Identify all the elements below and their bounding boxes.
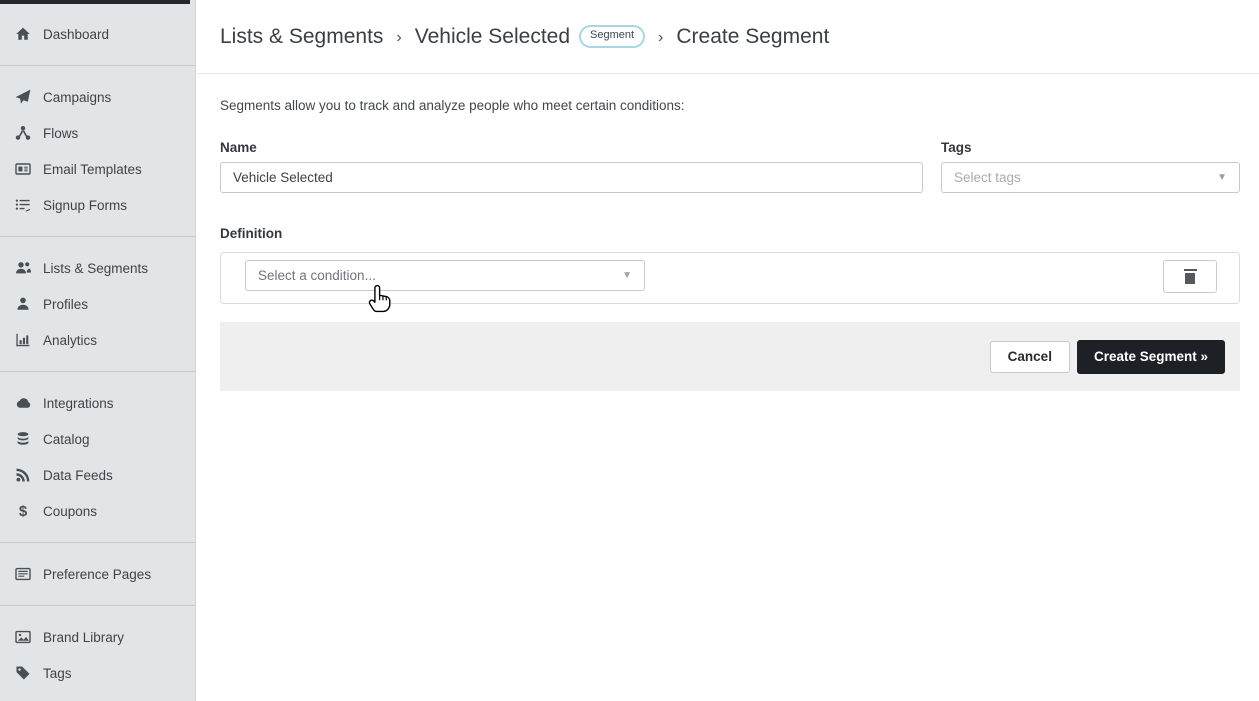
sidebar-item-label: Signup Forms — [43, 198, 127, 213]
tags-select[interactable]: Select tags ▼ — [941, 162, 1240, 193]
svg-text:$: $ — [19, 503, 28, 519]
definition-label: Definition — [220, 226, 282, 241]
sidebar-nav: Dashboard Campaigns Flows Email Templa — [0, 4, 195, 691]
database-icon — [14, 431, 32, 448]
sidebar: Dashboard Campaigns Flows Email Templa — [0, 0, 196, 701]
sidebar-item-label: Catalog — [43, 432, 90, 447]
breadcrumb-separator: › — [658, 27, 663, 47]
sidebar-item-lists-segments[interactable]: Lists & Segments — [0, 250, 195, 286]
flow-icon — [14, 125, 32, 142]
tag-icon — [14, 665, 32, 682]
sidebar-item-preference-pages[interactable]: Preference Pages — [0, 556, 195, 592]
segment-type-badge: Segment — [579, 25, 645, 47]
segment-name-input[interactable] — [220, 162, 923, 193]
sidebar-item-coupons[interactable]: $ Coupons — [0, 493, 195, 529]
home-icon — [14, 26, 32, 43]
cloud-icon — [14, 395, 32, 412]
form-footer: Cancel Create Segment » — [220, 322, 1240, 391]
name-field-label: Name — [220, 140, 257, 155]
sidebar-divider — [0, 236, 195, 237]
sidebar-item-signup-forms[interactable]: Signup Forms — [0, 187, 195, 223]
sidebar-item-brand-library[interactable]: Brand Library — [0, 619, 195, 655]
breadcrumb: Lists & Segments › Vehicle Selected Segm… — [220, 25, 829, 49]
main-content: Lists & Segments › Vehicle Selected Segm… — [197, 0, 1259, 701]
sidebar-item-label: Preference Pages — [43, 567, 151, 582]
sidebar-item-integrations[interactable]: Integrations — [0, 385, 195, 421]
sidebar-item-label: Data Feeds — [43, 468, 113, 483]
sidebar-item-label: Dashboard — [43, 27, 109, 42]
sidebar-divider — [0, 605, 195, 606]
trash-icon — [1184, 269, 1197, 271]
sidebar-divider — [0, 542, 195, 543]
breadcrumb-vehicle-selected: Vehicle Selected Segment — [415, 25, 645, 49]
page-header: Lists & Segments › Vehicle Selected Segm… — [197, 0, 1259, 74]
condition-select[interactable]: Select a condition... ▼ — [245, 260, 645, 291]
people-icon — [14, 260, 32, 277]
chevron-down-icon: ▼ — [1217, 172, 1227, 183]
sidebar-item-label: Brand Library — [43, 630, 124, 645]
condition-select-placeholder: Select a condition... — [258, 268, 376, 283]
delete-condition-button[interactable] — [1163, 260, 1217, 293]
sidebar-item-data-feeds[interactable]: Data Feeds — [0, 457, 195, 493]
email-template-icon — [14, 161, 32, 178]
condition-card: Select a condition... ▼ — [220, 252, 1240, 304]
sidebar-item-label: Email Templates — [43, 162, 142, 177]
sidebar-item-label: Flows — [43, 126, 78, 141]
dollar-icon: $ — [14, 503, 32, 520]
cancel-button[interactable]: Cancel — [990, 341, 1070, 373]
sidebar-divider — [0, 65, 195, 66]
sidebar-item-tags[interactable]: Tags — [0, 655, 195, 691]
sidebar-item-label: Campaigns — [43, 90, 111, 105]
sidebar-item-label: Tags — [43, 666, 72, 681]
tags-select-placeholder: Select tags — [954, 170, 1021, 185]
sidebar-item-label: Integrations — [43, 396, 114, 411]
sidebar-item-campaigns[interactable]: Campaigns — [0, 79, 195, 115]
sidebar-item-analytics[interactable]: Analytics — [0, 322, 195, 358]
sidebar-item-profiles[interactable]: Profiles — [0, 286, 195, 322]
preference-list-icon — [14, 566, 32, 583]
breadcrumb-create-segment: Create Segment — [676, 25, 829, 49]
image-icon — [14, 629, 32, 646]
person-icon — [14, 296, 32, 313]
bar-chart-icon — [14, 332, 32, 349]
sidebar-item-flows[interactable]: Flows — [0, 115, 195, 151]
signup-form-icon — [14, 197, 32, 214]
breadcrumb-segment-name[interactable]: Vehicle Selected — [415, 25, 570, 49]
sidebar-item-label: Profiles — [43, 297, 88, 312]
sidebar-divider — [0, 371, 195, 372]
sidebar-item-label: Coupons — [43, 504, 97, 519]
sidebar-item-label: Analytics — [43, 333, 97, 348]
sidebar-item-email-templates[interactable]: Email Templates — [0, 151, 195, 187]
sidebar-item-catalog[interactable]: Catalog — [0, 421, 195, 457]
breadcrumb-separator: › — [396, 27, 401, 47]
sidebar-item-label: Lists & Segments — [43, 261, 148, 276]
sidebar-item-dashboard[interactable]: Dashboard — [0, 16, 195, 52]
tags-field-label: Tags — [941, 140, 972, 155]
create-segment-button[interactable]: Create Segment » — [1077, 340, 1225, 374]
create-segment-page: Dashboard Campaigns Flows Email Templa — [0, 0, 1259, 701]
segments-description: Segments allow you to track and analyze … — [220, 98, 685, 113]
breadcrumb-lists-segments[interactable]: Lists & Segments — [220, 25, 383, 49]
chevron-down-icon: ▼ — [622, 270, 632, 281]
paper-plane-icon — [14, 89, 32, 106]
rss-icon — [14, 467, 32, 484]
